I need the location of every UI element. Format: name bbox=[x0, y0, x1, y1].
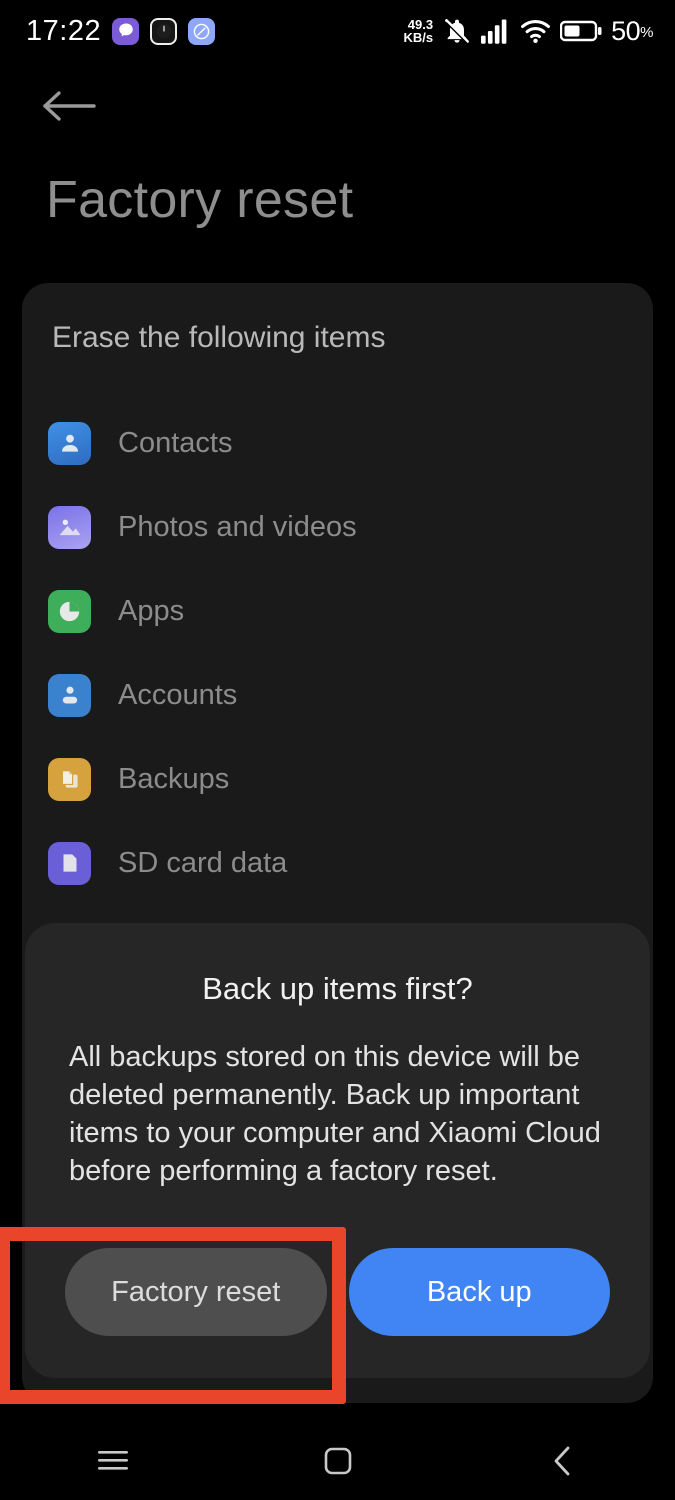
list-item-sd-card-data[interactable]: SD card data bbox=[22, 821, 653, 905]
network-speed-unit: KB/s bbox=[403, 30, 434, 45]
phone-screen: 17:22 49.3 KB/s 50% Factory reset Erase … bbox=[0, 0, 675, 1500]
list-item-apps[interactable]: Apps bbox=[22, 569, 653, 653]
network-speed: 49.3 KB/s bbox=[403, 18, 433, 44]
wifi-icon bbox=[521, 20, 551, 44]
dialog-title: Back up items first? bbox=[202, 971, 473, 1006]
backups-icon bbox=[48, 757, 91, 801]
factory-reset-button[interactable]: Factory reset bbox=[65, 1248, 327, 1336]
contacts-icon bbox=[48, 421, 91, 465]
list-item-label: Accounts bbox=[118, 678, 238, 711]
back-button[interactable] bbox=[508, 1431, 618, 1491]
battery-icon bbox=[560, 20, 602, 42]
status-clock: 17:22 bbox=[26, 14, 102, 47]
list-item-backups[interactable]: Backups bbox=[22, 737, 653, 821]
back-up-button[interactable]: Back up bbox=[348, 1248, 610, 1336]
gallery-icon bbox=[48, 505, 91, 549]
status-bar-right: 49.3 KB/s 50% bbox=[403, 16, 675, 47]
list-item-accounts[interactable]: Accounts bbox=[22, 653, 653, 737]
list-item-label: SD card data bbox=[118, 846, 288, 879]
dialog-body: All backups stored on this device will b… bbox=[69, 1041, 601, 1187]
status-bar-left: 17:22 bbox=[0, 14, 216, 48]
percent-symbol: % bbox=[640, 23, 653, 41]
list-item-label: Apps bbox=[118, 594, 185, 627]
backup-dialog: Back up items first? All backups stored … bbox=[25, 923, 650, 1378]
battery-percent-value: 50 bbox=[611, 15, 641, 46]
card-heading: Erase the following items bbox=[52, 321, 386, 354]
list-item-label: Backups bbox=[118, 762, 230, 795]
list-item-photos-and-videos[interactable]: Photos and videos bbox=[22, 485, 653, 569]
dialog-button-row: Factory reset Back up bbox=[25, 1248, 650, 1336]
sdcard-icon bbox=[48, 841, 91, 885]
home-button[interactable] bbox=[283, 1431, 393, 1491]
signal-bars-icon bbox=[481, 19, 507, 44]
list-item-label: Contacts bbox=[118, 426, 233, 459]
navigation-bar bbox=[0, 1422, 675, 1500]
app-icon-blue bbox=[188, 17, 216, 45]
apps-icon bbox=[48, 589, 91, 633]
viber-icon bbox=[112, 17, 140, 45]
page-title: Factory reset bbox=[46, 171, 354, 229]
mute-bell-icon bbox=[445, 19, 470, 45]
clock-icon bbox=[150, 17, 178, 45]
back-arrow-icon[interactable] bbox=[42, 86, 100, 126]
list-item-label: Photos and videos bbox=[118, 510, 357, 543]
accounts-icon bbox=[48, 673, 91, 717]
list-item-contacts[interactable]: Contacts bbox=[22, 401, 653, 485]
status-bar: 17:22 49.3 KB/s 50% bbox=[0, 0, 675, 62]
battery-percent: 50% bbox=[611, 16, 653, 47]
recents-button[interactable] bbox=[58, 1431, 168, 1491]
erase-items-list: Contacts Photos and videos Apps Accounts… bbox=[22, 401, 653, 989]
